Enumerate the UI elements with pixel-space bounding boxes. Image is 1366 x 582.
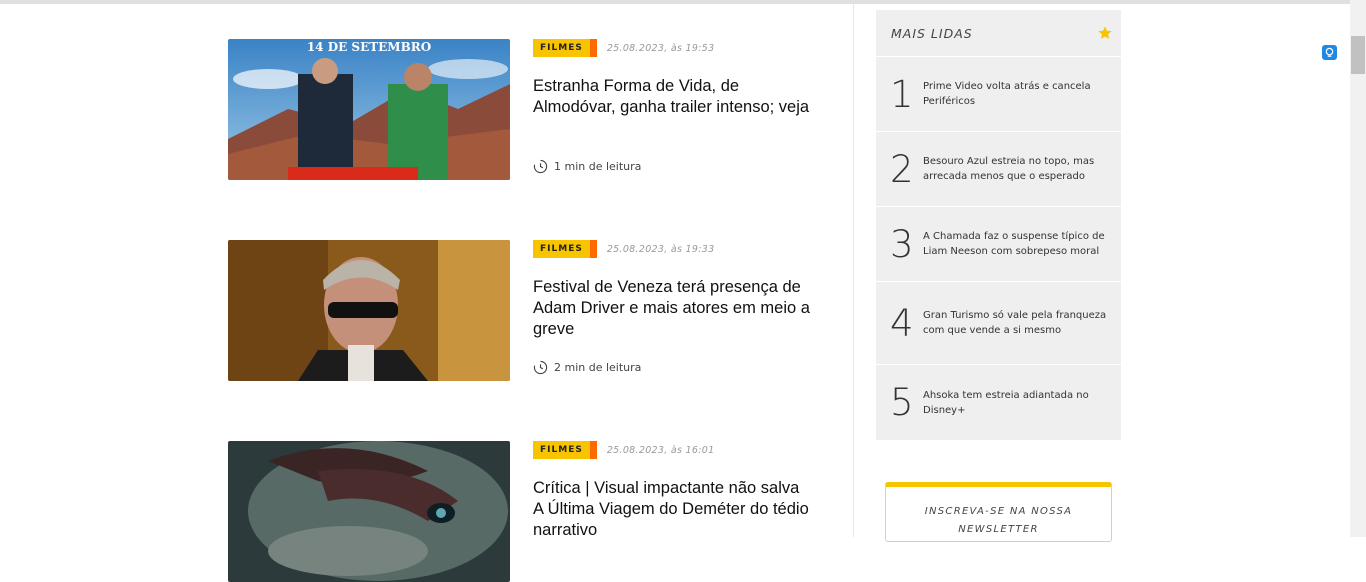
scrollbar-thumb[interactable] <box>1351 36 1365 74</box>
most-read-item[interactable]: 2 Besouro Azul estreia no topo, mas arre… <box>876 132 1121 207</box>
article-meta: FILMES 25.08.2023, às 19:33 <box>533 240 714 258</box>
article-title[interactable]: Estranha Forma de Vida, de Almodóvar, ga… <box>533 76 813 118</box>
read-time: 2 min de leitura <box>533 360 641 375</box>
read-time: 1 min de leitura <box>533 159 641 174</box>
rank-number: 3 <box>890 222 914 266</box>
most-read-title: MAIS LIDAS <box>891 25 973 41</box>
article-title[interactable]: Festival de Veneza terá presença de Adam… <box>533 277 813 340</box>
most-read-header: MAIS LIDAS <box>876 10 1121 57</box>
rank-number: 2 <box>890 147 914 191</box>
poster-date-text: 14 DE SETEMBRO <box>307 40 431 54</box>
rank-number: 5 <box>890 381 914 424</box>
article-date: 25.08.2023, às 19:33 <box>606 243 715 255</box>
category-tag[interactable]: FILMES <box>533 441 597 459</box>
scrollbar-track[interactable] <box>1350 0 1366 537</box>
clock-icon <box>533 360 548 375</box>
article-date: 25.08.2023, às 19:53 <box>606 42 715 54</box>
newsletter-box[interactable]: INSCREVA-SE NA NOSSA NEWSLETTER <box>885 482 1112 542</box>
rank-number: 4 <box>890 301 914 345</box>
newsletter-line-2: NEWSLETTER <box>958 524 1039 535</box>
article-meta: FILMES 25.08.2023, às 16:01 <box>533 441 714 459</box>
most-read-item[interactable]: 1 Prime Video volta atrás e cancela Peri… <box>876 57 1121 132</box>
column-divider <box>853 4 854 537</box>
newsletter-line-1: INSCREVA-SE NA NOSSA <box>924 506 1073 517</box>
article-thumbnail[interactable] <box>228 441 510 582</box>
extension-icon[interactable] <box>1322 45 1337 60</box>
article-title[interactable]: Crítica | Visual impactante não salva A … <box>533 478 813 541</box>
most-read-link[interactable]: A Chamada faz o suspense típico de Liam … <box>923 229 1108 259</box>
most-read-link[interactable]: Besouro Azul estreia no topo, mas arreca… <box>923 154 1108 184</box>
article-meta: FILMES 25.08.2023, às 19:53 <box>533 39 714 57</box>
most-read-link[interactable]: Prime Video volta atrás e cancela Perifé… <box>923 79 1108 109</box>
article-thumbnail[interactable]: 14 DE SETEMBRO <box>228 39 510 180</box>
top-border <box>0 0 1350 4</box>
rank-number: 1 <box>890 72 914 116</box>
article-date: 25.08.2023, às 16:01 <box>606 444 715 456</box>
read-time-label: 2 min de leitura <box>554 361 642 374</box>
most-read-item[interactable]: 5 Ahsoka tem estreia adiantada no Disney… <box>876 365 1121 440</box>
star-icon <box>1098 26 1112 39</box>
most-read-link[interactable]: Ahsoka tem estreia adiantada no Disney+ <box>923 388 1108 418</box>
most-read-item[interactable]: 4 Gran Turismo só vale pela franqueza co… <box>876 282 1121 365</box>
article-thumbnail[interactable] <box>228 240 510 381</box>
read-time-label: 1 min de leitura <box>554 160 642 173</box>
most-read-panel: MAIS LIDAS 1 Prime Video volta atrás e c… <box>876 10 1121 440</box>
most-read-item[interactable]: 3 A Chamada faz o suspense típico de Lia… <box>876 207 1121 282</box>
clock-icon <box>533 159 548 174</box>
category-tag[interactable]: FILMES <box>533 39 597 57</box>
category-tag[interactable]: FILMES <box>533 240 597 258</box>
most-read-link[interactable]: Gran Turismo só vale pela franqueza com … <box>923 308 1108 338</box>
